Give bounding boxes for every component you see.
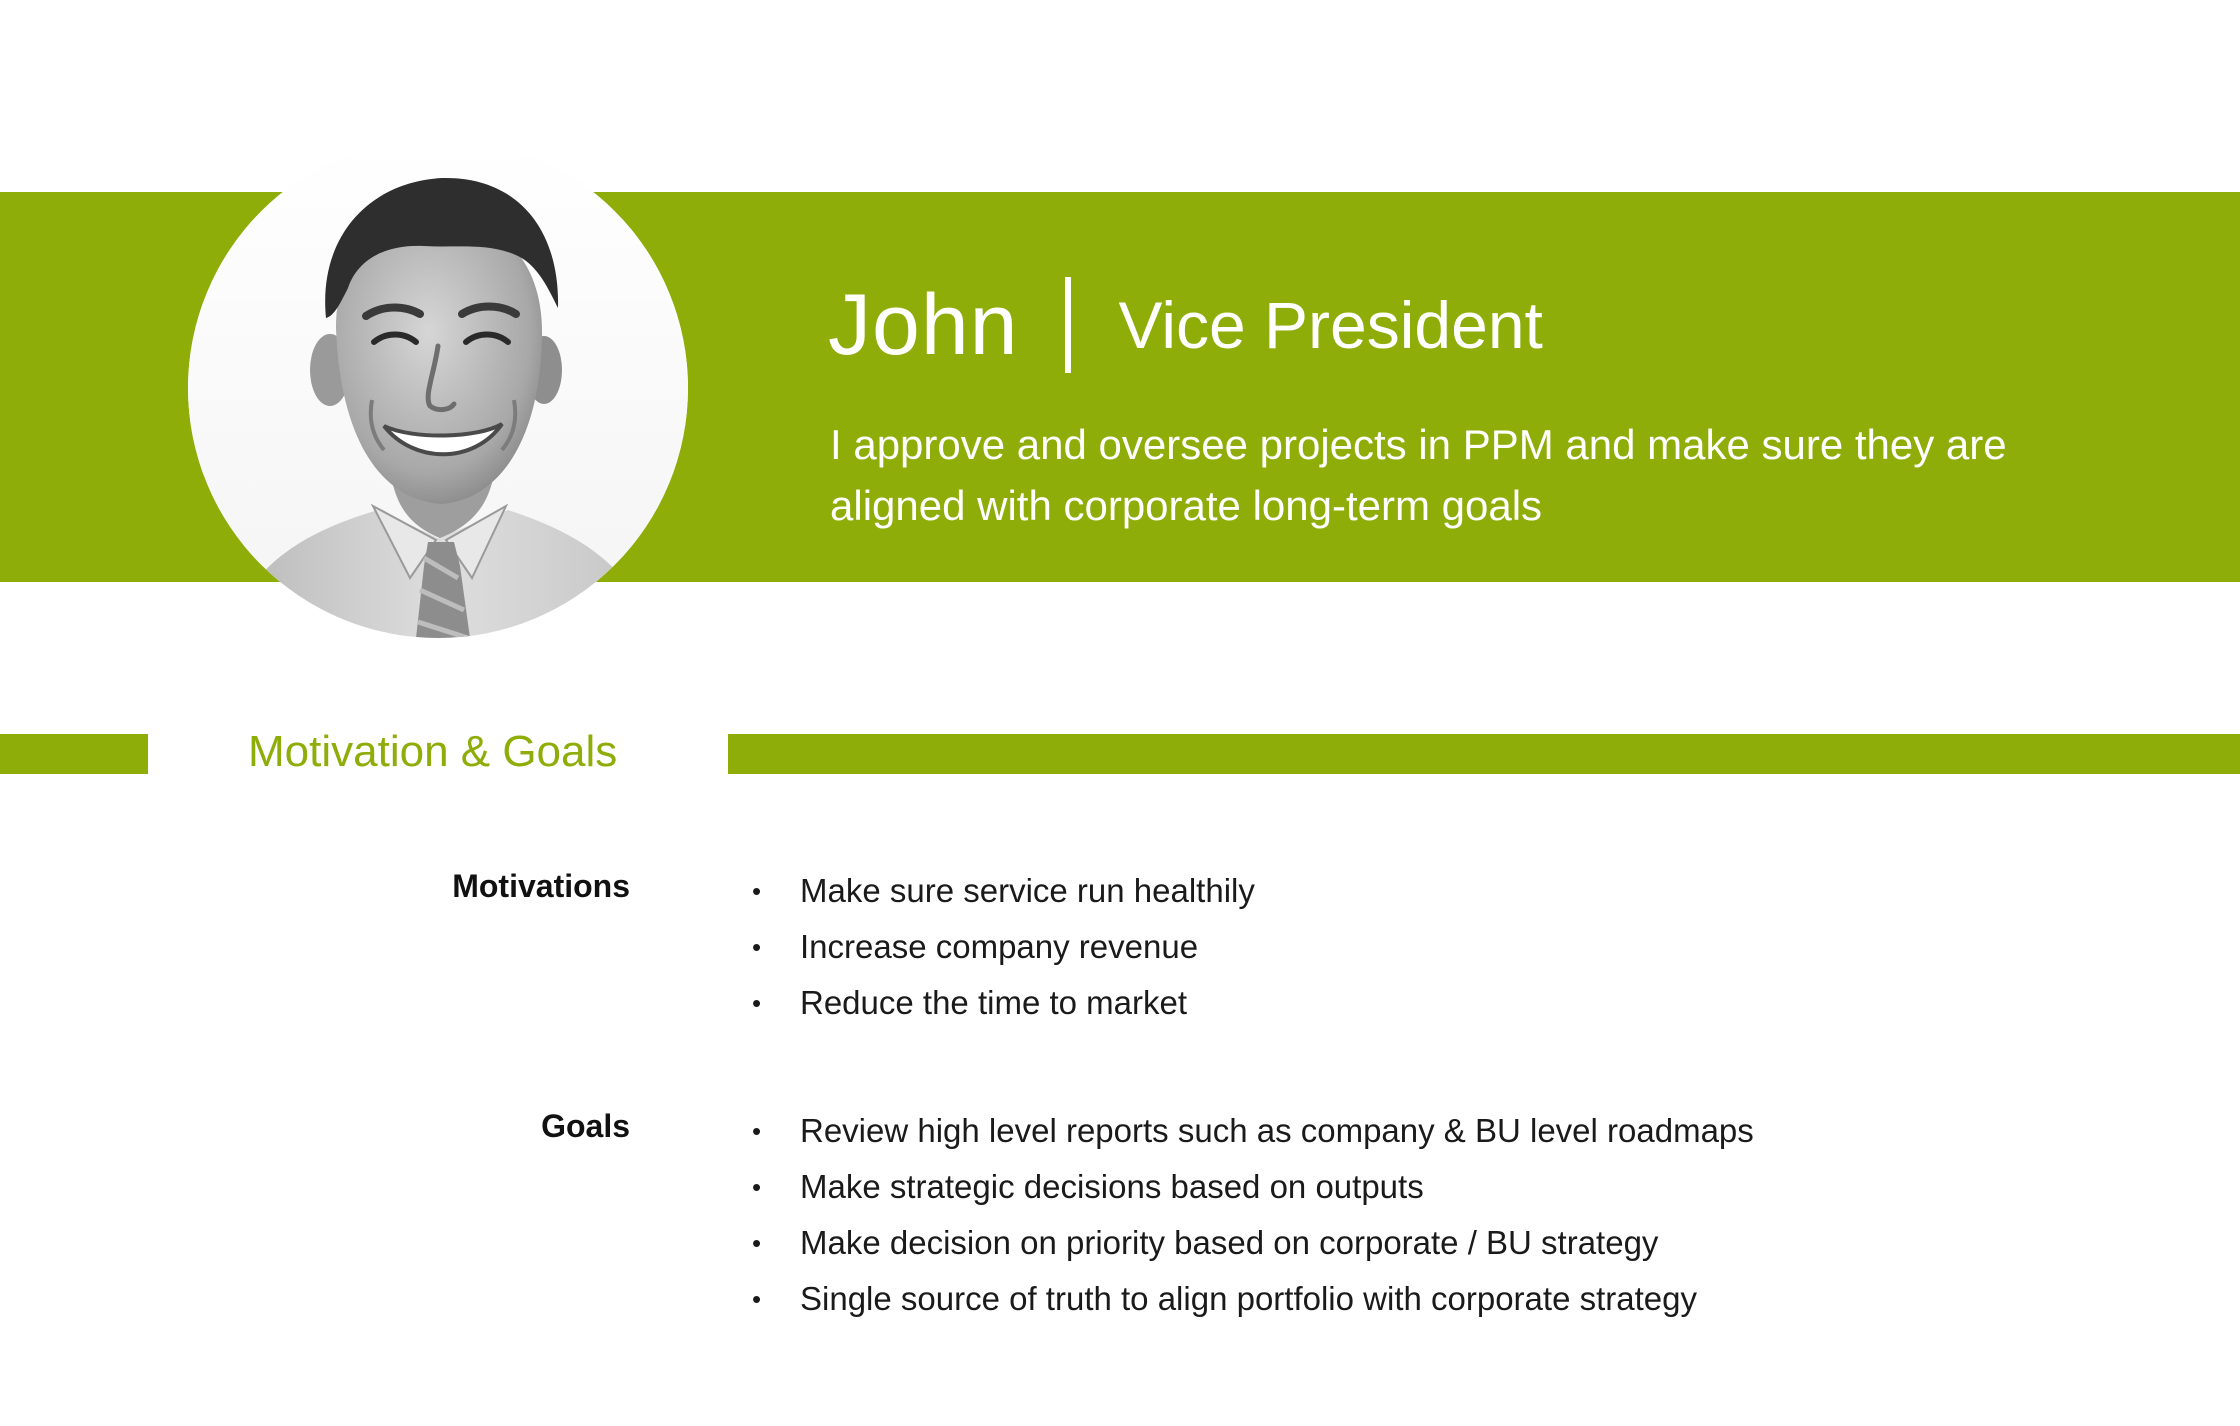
bullet-icon: • xyxy=(752,1228,762,1258)
list-item: • Make strategic decisions based on outpu… xyxy=(740,1159,1754,1215)
list-item-text: Make strategic decisions based on output… xyxy=(800,1168,1424,1205)
bullet-icon: • xyxy=(752,876,762,906)
title-separator xyxy=(1064,277,1071,373)
motivations-list: • Make sure service run healthily • Increa… xyxy=(740,863,1255,1031)
list-item-text: Reduce the time to market xyxy=(800,984,1188,1021)
bullet-icon: • xyxy=(752,1284,762,1314)
list-item: • Make decision on priority based on corp… xyxy=(740,1215,1754,1271)
bullet-icon: • xyxy=(752,1172,762,1202)
persona-tagline: I approve and oversee projects in PPM an… xyxy=(830,421,2007,529)
person-portrait-icon xyxy=(188,138,688,638)
bullet-icon: • xyxy=(752,988,762,1018)
section-rule-left xyxy=(0,734,148,774)
bullet-icon: • xyxy=(752,1116,762,1146)
bullet-icon: • xyxy=(752,932,762,962)
motivations-label: Motivations xyxy=(452,868,630,904)
list-item-text: Review high level reports such as compan… xyxy=(800,1112,1754,1149)
list-item: • Reduce the time to market xyxy=(740,975,1255,1031)
section-rule-right xyxy=(728,734,2240,774)
list-item: • Make sure service run healthily xyxy=(740,863,1255,919)
persona-heading: John Vice President xyxy=(828,270,1543,380)
section-title: Motivation & Goals xyxy=(248,727,618,776)
list-item: • Single source of truth to align portfol… xyxy=(740,1271,1754,1327)
list-item-text: Single source of truth to align portfoli… xyxy=(800,1280,1697,1317)
goals-list: • Review high level reports such as compa… xyxy=(740,1103,1754,1327)
list-item: • Review high level reports such as compa… xyxy=(740,1103,1754,1159)
list-item-text: Make sure service run healthily xyxy=(800,872,1255,909)
list-item-text: Increase company revenue xyxy=(800,928,1199,965)
avatar xyxy=(188,138,688,638)
persona-name: John xyxy=(828,276,1019,373)
goals-label: Goals xyxy=(541,1108,630,1144)
list-item: • Increase company revenue xyxy=(740,919,1255,975)
persona-role: Vice President xyxy=(1118,288,1543,362)
list-item-text: Make decision on priority based on corpo… xyxy=(800,1224,1659,1261)
